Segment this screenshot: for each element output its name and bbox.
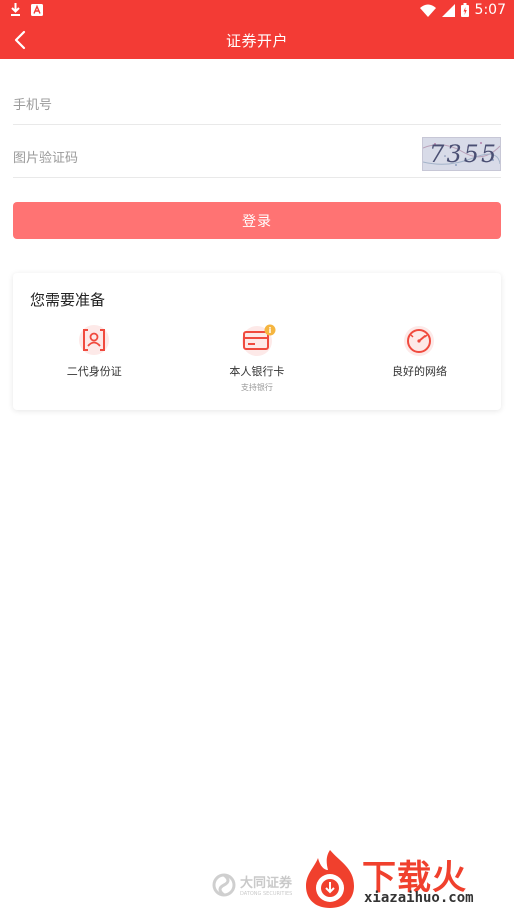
a-icon <box>31 3 43 16</box>
download-icon <box>11 3 20 16</box>
supported-banks-link[interactable]: 支持银行 <box>176 382 339 393</box>
phone-field[interactable]: 手机号 <box>13 80 501 125</box>
wifi-icon <box>419 4 436 17</box>
brand-logo: 大同证券 DATONG SECURITIES <box>212 872 292 897</box>
app-header: 证券开户 <box>0 22 514 59</box>
phone-placeholder: 手机号 <box>13 98 53 113</box>
brand-name: 大同证券 <box>240 876 293 891</box>
speedometer-icon <box>404 326 435 356</box>
flame-logo-icon <box>306 850 354 908</box>
preparation-card: 您需要准备 二代身份证 i 本人银行卡 支持银行 良好的网络 <box>13 273 501 410</box>
brand-mark-icon <box>212 873 236 896</box>
prep-item-label: 本人银行卡 <box>229 365 285 378</box>
prep-item-label: 良好的网络 <box>391 365 447 378</box>
preparation-title: 您需要准备 <box>30 291 106 309</box>
svg-text:i: i <box>269 326 272 335</box>
captcha-code: 7355 <box>426 140 501 168</box>
battery-icon <box>460 3 469 17</box>
captcha-field[interactable]: 图片验证码 7355 <box>13 133 501 178</box>
signal-icon <box>441 3 455 17</box>
prep-item-id-card: 二代身份证 <box>13 323 176 393</box>
prep-item-bank-card: i 本人银行卡 支持银行 <box>176 323 339 393</box>
id-card-icon <box>79 325 110 355</box>
status-time: 5:07 <box>474 2 506 18</box>
prep-item-label: 二代身份证 <box>66 365 122 378</box>
brand-sub: DATONG SECURITIES <box>240 891 293 897</box>
login-button[interactable]: 登录 <box>13 202 501 239</box>
watermark: 下载火 xiazaihuo.com <box>300 848 510 910</box>
preparation-list: 二代身份证 i 本人银行卡 支持银行 良好的网络 <box>13 323 501 393</box>
captcha-image[interactable]: 7355 <box>422 137 501 171</box>
prep-item-network: 良好的网络 <box>338 323 501 393</box>
watermark-url: xiazaihuo.com <box>364 890 474 906</box>
status-bar: 5:07 <box>0 0 514 22</box>
captcha-placeholder: 图片验证码 <box>13 151 79 166</box>
page-title: 证券开户 <box>225 32 288 50</box>
bank-card-icon: i <box>241 324 276 356</box>
